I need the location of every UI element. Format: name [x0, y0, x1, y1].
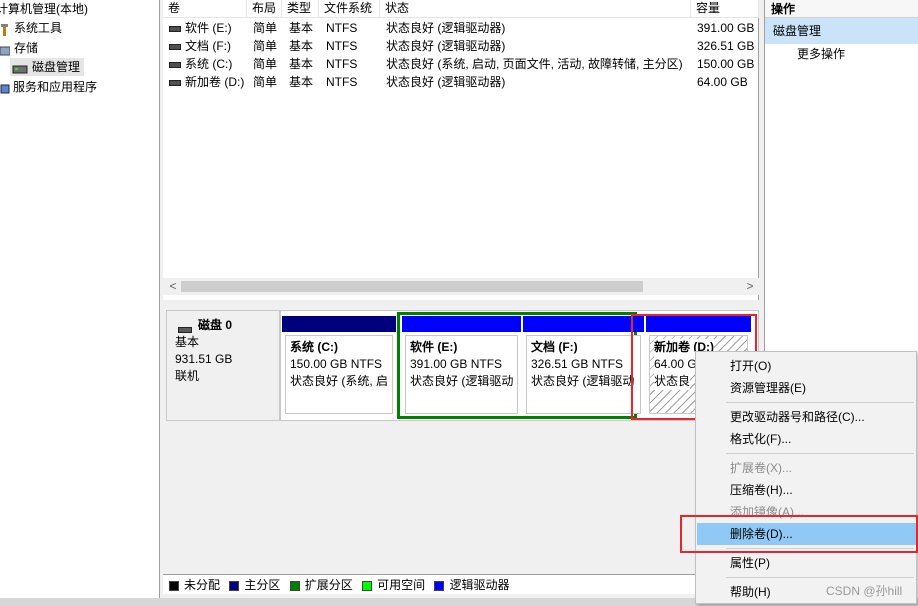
partition-e-body: 软件 (E:) 391.00 GB NTFS 状态良好 (逻辑驱动: [405, 335, 518, 414]
menu-item-properties[interactable]: 属性(P): [697, 552, 916, 574]
partition-e[interactable]: 软件 (E:) 391.00 GB NTFS 状态良好 (逻辑驱动: [402, 316, 521, 417]
watermark: CSDN @孙hill: [826, 584, 903, 598]
column-volume[interactable]: 卷: [163, 0, 247, 18]
partition-d-bar: [646, 316, 751, 332]
partition-f-body: 文档 (F:) 326.51 GB NTFS 状态良好 (逻辑驱动: [526, 335, 641, 414]
legend-item: 未分配: [169, 575, 220, 595]
partition-f-bar: [523, 316, 644, 332]
menu-separator: [726, 577, 914, 578]
scroll-right-button[interactable]: >: [742, 278, 758, 295]
menu-item-delete-volume[interactable]: 删除卷(D)...: [697, 523, 916, 545]
context-menu: 打开(O) 资源管理器(E) 更改驱动器号和路径(C)... 格式化(F)...…: [695, 351, 917, 604]
legend-item: 主分区: [229, 575, 280, 595]
horizontal-scrollbar[interactable]: < >: [163, 278, 759, 295]
volume-icon: [169, 79, 181, 86]
partition-f[interactable]: 文档 (F:) 326.51 GB NTFS 状态良好 (逻辑驱动: [523, 316, 644, 417]
tools-icon: [0, 23, 10, 36]
table-row[interactable]: 软件 (E:) 简单 基本 NTFS 状态良好 (逻辑驱动器) 391.00 G…: [163, 19, 759, 37]
menu-item-change-drive-letter[interactable]: 更改驱动器号和路径(C)...: [697, 406, 916, 428]
disk-0-partition-strip: 系统 (C:) 150.00 GB NTFS 状态良好 (系统, 启 软件 (E…: [280, 310, 759, 421]
menu-item-add-mirror: 添加镜像(A)...: [730, 505, 804, 519]
column-status[interactable]: 状态: [380, 0, 691, 18]
legend: 未分配 主分区 扩展分区 可用空间 逻辑驱动器: [163, 574, 759, 594]
disk-0-label[interactable]: 磁盘 0 基本 931.51 GB 联机: [166, 310, 280, 421]
table-row[interactable]: 新加卷 (D:) 简单 基本 NTFS 状态良好 (逻辑驱动器) 64.00 G…: [163, 73, 759, 91]
partition-c-bar: [282, 316, 396, 332]
actions-disk-management[interactable]: 磁盘管理: [765, 18, 918, 44]
menu-item-extend-volume: 扩展卷(X)...: [730, 461, 792, 475]
volume-icon: [169, 43, 181, 50]
legend-swatch: [362, 580, 373, 591]
column-type[interactable]: 类型: [282, 0, 319, 18]
volume-icon: [169, 25, 181, 32]
table-row[interactable]: 系统 (C:) 简单 基本 NTFS 状态良好 (系统, 启动, 页面文件, 活…: [163, 55, 759, 73]
table-row[interactable]: 文档 (F:) 简单 基本 NTFS 状态良好 (逻辑驱动器) 326.51 G…: [163, 37, 759, 55]
disk-icon: [178, 322, 192, 333]
volume-list-header: 卷 布局 类型 文件系统 状态 容量: [163, 0, 759, 18]
navigation-tree: 计算机管理(本地) 系统工具 存储 磁盘管理 服务和应用程序: [0, 0, 160, 598]
menu-separator: [726, 453, 914, 454]
legend-swatch: [169, 580, 179, 591]
menu-item-shrink-volume[interactable]: 压缩卷(H)...: [697, 479, 916, 501]
partition-e-bar: [402, 316, 521, 332]
legend-swatch: [229, 580, 240, 591]
tree-item-services-applications[interactable]: 服务和应用程序: [0, 78, 97, 96]
actions-title: 操作: [765, 0, 918, 18]
disk-management-icon: [12, 62, 28, 74]
scrollbar-thumb[interactable]: [181, 281, 643, 292]
column-file-system[interactable]: 文件系统: [319, 0, 380, 18]
partition-c-body: 系统 (C:) 150.00 GB NTFS 状态良好 (系统, 启: [285, 335, 393, 414]
services-icon: [0, 82, 10, 94]
partition-c[interactable]: 系统 (C:) 150.00 GB NTFS 状态良好 (系统, 启: [282, 316, 396, 417]
column-capacity[interactable]: 容量: [691, 0, 759, 18]
legend-item: 扩展分区: [289, 575, 353, 595]
volume-list: 卷 布局 类型 文件系统 状态 容量 软件 (E:) 简单 基本 NTFS 状态…: [163, 0, 759, 300]
tree-item-disk-management[interactable]: 磁盘管理: [10, 58, 85, 76]
menu-separator: [726, 402, 914, 403]
tree-item-storage[interactable]: 存储: [0, 39, 38, 57]
legend-item: 逻辑驱动器: [434, 575, 509, 595]
more-actions-link[interactable]: 更多操作: [765, 44, 918, 64]
volume-icon: [169, 61, 181, 68]
center-pane: 卷 布局 类型 文件系统 状态 容量 软件 (E:) 简单 基本 NTFS 状态…: [163, 0, 759, 598]
column-layout[interactable]: 布局: [247, 0, 282, 18]
menu-item-format[interactable]: 格式化(F)...: [697, 428, 916, 450]
scroll-left-button[interactable]: <: [165, 278, 181, 295]
legend-swatch: [434, 580, 445, 591]
tree-root-computer-management[interactable]: 计算机管理(本地): [0, 0, 88, 18]
menu-item-explorer[interactable]: 资源管理器(E): [697, 377, 916, 399]
legend-swatch: [289, 580, 300, 591]
menu-item-open[interactable]: 打开(O): [697, 355, 916, 377]
legend-item: 可用空间: [362, 575, 425, 595]
storage-icon: [0, 43, 11, 56]
tree-item-system-tools[interactable]: 系统工具: [0, 19, 62, 37]
menu-separator: [726, 548, 914, 549]
disk-graph-view: 磁盘 0 基本 931.51 GB 联机 系统 (C:) 150.00 GB N…: [163, 303, 759, 598]
